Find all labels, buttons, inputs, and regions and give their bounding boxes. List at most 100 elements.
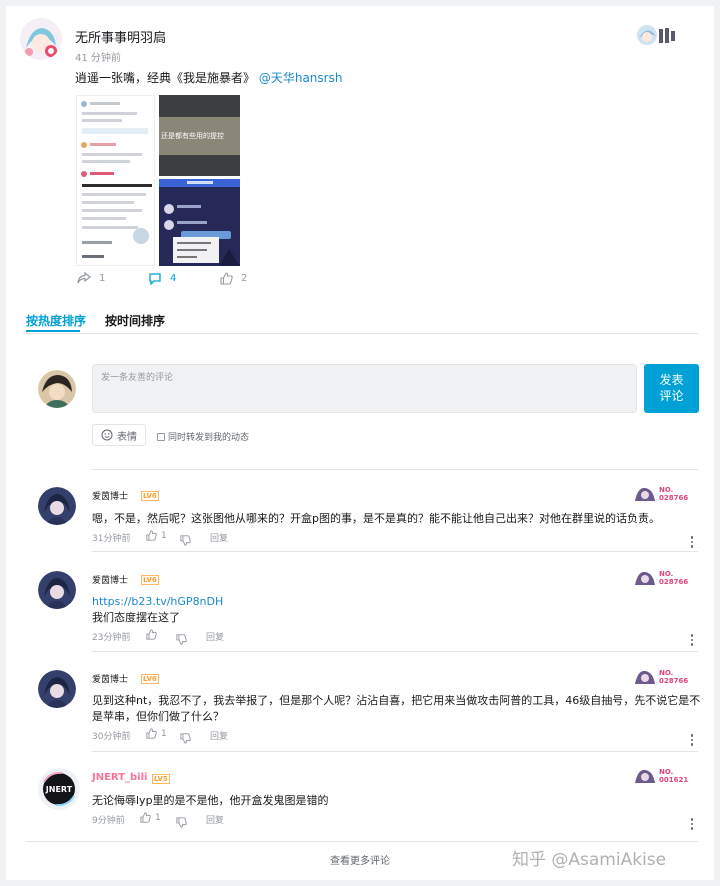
- smile-icon: [101, 429, 113, 441]
- reply-button[interactable]: 回复: [206, 630, 224, 643]
- comment-dislike-button[interactable]: [176, 813, 187, 832]
- like-count: 2: [241, 273, 248, 284]
- comment-count: 4: [170, 273, 177, 284]
- comment-username[interactable]: 爱茵博士: [92, 489, 128, 502]
- medal-number: 028766: [659, 578, 689, 586]
- comment-like-button[interactable]: 1: [146, 530, 167, 541]
- thumbs-up-icon: [146, 530, 157, 541]
- tab-time[interactable]: 按时间排序: [105, 312, 165, 329]
- comment-divider: [26, 841, 698, 842]
- thumbs-up-icon: [140, 812, 151, 823]
- medal-character-icon: [635, 769, 655, 783]
- post-image-1[interactable]: [76, 95, 155, 266]
- medal-number-label: NO.: [659, 570, 674, 578]
- composer-divider: [92, 469, 698, 470]
- mention-link[interactable]: @天华hansrsh: [259, 71, 343, 85]
- more-options-icon[interactable]: [690, 734, 694, 746]
- comment-like-button[interactable]: 1: [146, 728, 167, 739]
- fan-medal: NO. 028766: [634, 486, 688, 502]
- comment-username[interactable]: 爱茵博士: [92, 573, 128, 586]
- comment-time: 31分钟前: [92, 534, 131, 544]
- tabs-divider: [26, 333, 698, 334]
- comment-text-line-2: 是苹串，但你们做了什么？: [92, 710, 224, 723]
- comment-time: 9分钟前: [92, 816, 125, 826]
- comment-avatar[interactable]: JNERT: [38, 768, 80, 810]
- comment-username[interactable]: JNERT_bili: [92, 772, 147, 783]
- reply-button[interactable]: 回复: [210, 531, 228, 544]
- comment-text: 嗯，不是，然后呢？这张图他从哪来的？开盒p图的事，是不是真的？能不能让他自己出来…: [92, 512, 660, 525]
- reply-button[interactable]: 回复: [206, 813, 224, 826]
- comment-time: 23分钟前: [92, 633, 131, 643]
- more-options-icon[interactable]: [690, 634, 694, 646]
- thumbs-up-icon: [220, 272, 233, 285]
- post-author-avatar[interactable]: [20, 18, 62, 60]
- fan-medal: NO. 028766: [634, 669, 688, 685]
- comment-input-placeholder: 发一条友善的评论: [101, 373, 174, 383]
- sync-label: 同时转发到我的动态: [168, 433, 250, 443]
- submit-comment-button[interactable]: 发表 评论: [644, 364, 699, 413]
- comment-username[interactable]: 爱茵博士: [92, 672, 128, 685]
- comment-avatar[interactable]: [38, 670, 76, 708]
- emoji-button[interactable]: 表情: [92, 424, 146, 446]
- thumbs-down-icon: [180, 733, 191, 744]
- submit-line-2: 评论: [659, 389, 684, 403]
- author-decoration: [634, 20, 678, 50]
- sync-dynamic-checkbox[interactable]: 同时转发到我的动态: [157, 430, 249, 443]
- forward-count: 1: [99, 273, 106, 284]
- thumbs-down-icon: [176, 817, 187, 828]
- post-image-2[interactable]: 还是都有些用的提控: [159, 95, 240, 176]
- comment-divider: [92, 751, 698, 752]
- thumbs-down-icon: [176, 634, 187, 645]
- comment-like-count: 1: [155, 812, 161, 823]
- comment-time: 30分钟前: [92, 732, 131, 742]
- view-more-comments-link[interactable]: 查看更多评论: [330, 852, 390, 867]
- comment-link[interactable]: https://b23.tv/hGP8nDH: [92, 593, 223, 610]
- forward-button[interactable]: 1: [77, 272, 105, 285]
- forward-icon: [77, 272, 91, 284]
- comment-input[interactable]: 发一条友善的评论: [92, 364, 637, 413]
- thumbs-down-icon: [180, 535, 191, 546]
- comment-avatar[interactable]: [38, 487, 76, 525]
- emoji-label: 表情: [117, 431, 137, 443]
- comment-icon: [149, 273, 161, 285]
- medal-number: 001621: [659, 776, 689, 784]
- comment-like-button[interactable]: [146, 629, 161, 640]
- comment-like-button[interactable]: 1: [140, 812, 161, 823]
- medal-number-label: NO.: [659, 669, 674, 677]
- comment-text: 无论侮辱lyp里的是不是他，他开盒发鬼图是错的: [92, 794, 329, 807]
- post-image-2-caption: 还是都有些用的提控: [161, 132, 224, 140]
- medal-number: 028766: [659, 677, 689, 685]
- comment-text: 我们态度摆在这了: [92, 611, 180, 624]
- comment-like-count: 1: [161, 530, 167, 541]
- fan-medal: NO. 028766: [634, 570, 688, 586]
- comment-divider: [92, 551, 698, 552]
- my-avatar: [38, 370, 76, 408]
- tab-active-underline: [26, 330, 80, 332]
- reply-button[interactable]: 回复: [210, 729, 228, 742]
- medal-character-icon: [635, 571, 655, 585]
- thumbs-up-icon: [146, 629, 157, 640]
- more-options-icon[interactable]: [690, 536, 694, 548]
- post-time: 41 分钟前: [75, 53, 121, 64]
- tab-hot[interactable]: 按热度排序: [26, 312, 86, 329]
- medal-number-label: NO.: [659, 768, 674, 776]
- medal-character-icon: [635, 487, 655, 501]
- comment-button[interactable]: 4: [148, 272, 176, 285]
- comment-dislike-button[interactable]: [176, 630, 187, 649]
- like-button[interactable]: 2: [220, 272, 247, 285]
- comment-dislike-button[interactable]: [180, 729, 191, 748]
- jnert-logo-text: JNERT: [45, 785, 73, 794]
- comment-divider: [92, 651, 698, 652]
- post-image-3[interactable]: [159, 179, 240, 266]
- thumbs-up-icon: [146, 728, 157, 739]
- post-body: 逍遥一张嘴，经典《我是施暴者》: [75, 71, 256, 85]
- comment-dislike-button[interactable]: [180, 531, 191, 550]
- more-options-icon[interactable]: [690, 818, 694, 830]
- level-badge: LV6: [141, 674, 159, 684]
- comment-like-count: 1: [161, 728, 167, 739]
- comment-avatar[interactable]: [38, 571, 76, 609]
- medal-number: 028766: [659, 494, 689, 502]
- post-author-name[interactable]: 无所事事明羽扃: [75, 27, 166, 46]
- submit-line-1: 发表: [659, 373, 684, 387]
- level-badge: LV6: [141, 575, 159, 585]
